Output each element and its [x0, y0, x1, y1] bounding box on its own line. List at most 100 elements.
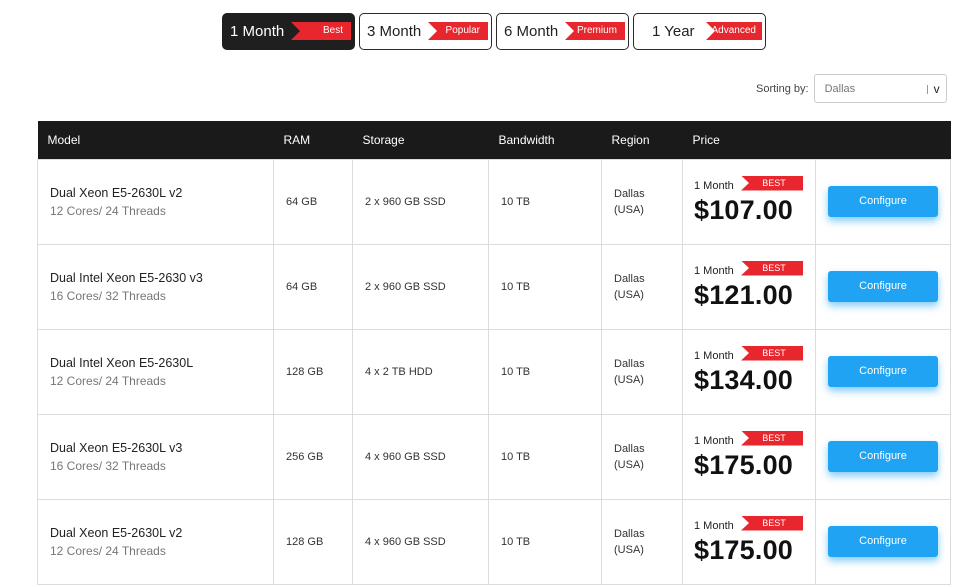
storage-cell: 4 x 960 GB SSD: [352, 498, 489, 585]
price-cell: 1 Month BEST $134.00: [682, 328, 816, 415]
storage-cell: 4 x 2 TB HDD: [352, 328, 489, 415]
configure-button[interactable]: Configure: [828, 356, 938, 387]
sorting-control: Sorting by: Dallas v: [756, 74, 947, 103]
price-period: 1 Month: [694, 519, 734, 532]
price-amount: $175.00: [694, 449, 793, 480]
table-row: Dual Intel Xeon E5-2630 v3 16 Cores/ 32 …: [37, 243, 951, 330]
tab-badge: Advanced: [706, 22, 762, 40]
region-cell: Dallas (USA): [601, 243, 683, 330]
select-separator: [926, 85, 928, 94]
price-cell: 1 Month BEST $175.00: [682, 413, 816, 500]
tab-6-month[interactable]: 6 Month Premium: [496, 13, 629, 50]
header-storage: Storage: [362, 132, 405, 147]
table-row: Dual Xeon E5-2630L v2 12 Cores/ 24 Threa…: [37, 158, 951, 245]
price-amount: $175.00: [694, 534, 793, 565]
price-cell: 1 Month BEST $175.00: [682, 498, 816, 585]
region-country: (USA): [614, 203, 644, 216]
region-city: Dallas: [614, 527, 645, 540]
best-badge: BEST: [741, 345, 803, 361]
region-cell: Dallas (USA): [601, 158, 683, 245]
bandwidth-cell: 10 TB: [488, 413, 602, 500]
region-city: Dallas: [614, 272, 645, 285]
ram-cell: 64 GB: [273, 243, 353, 330]
sorting-label: Sorting by:: [756, 82, 809, 95]
ram-cell: 256 GB: [273, 413, 353, 500]
chevron-down-icon[interactable]: v: [934, 82, 940, 96]
configure-button[interactable]: Configure: [828, 271, 938, 302]
region-cell: Dallas (USA): [601, 498, 683, 585]
region-cell: Dallas (USA): [601, 328, 683, 415]
header-ram: RAM: [283, 132, 311, 147]
price-period: 1 Month: [694, 179, 734, 192]
region-country: (USA): [614, 543, 644, 556]
region-select-value: Dallas: [824, 82, 856, 95]
tab-label: 3 Month: [367, 23, 422, 40]
tab-badge: Popular: [428, 22, 488, 40]
model-cores: 16 Cores/ 32 Threads: [50, 458, 166, 473]
action-cell: Configure: [815, 328, 951, 415]
model-cores: 16 Cores/ 32 Threads: [50, 288, 166, 303]
model-name: Dual Xeon E5-2630L v2: [50, 185, 183, 200]
ram-cell: 128 GB: [273, 328, 353, 415]
price-period: 1 Month: [694, 434, 734, 447]
model-cell: Dual Intel Xeon E5-2630 v3 16 Cores/ 32 …: [37, 243, 274, 330]
tab-3-month[interactable]: 3 Month Popular: [359, 13, 492, 50]
model-cell: Dual Xeon E5-2630L v2 12 Cores/ 24 Threa…: [37, 498, 274, 585]
region-country: (USA): [614, 373, 644, 386]
model-name: Dual Intel Xeon E5-2630 v3: [50, 270, 203, 285]
header-region: Region: [611, 132, 650, 147]
tab-1-month[interactable]: 1 Month Best: [222, 13, 355, 50]
model-name: Dual Xeon E5-2630L v2: [50, 525, 183, 540]
action-cell: Configure: [815, 413, 951, 500]
region-country: (USA): [614, 458, 644, 471]
price-period: 1 Month: [694, 264, 734, 277]
bandwidth-cell: 10 TB: [488, 158, 602, 245]
action-cell: Configure: [815, 243, 951, 330]
tab-label: 1 Year: [652, 23, 695, 40]
header-model: Model: [47, 132, 81, 147]
table-header: Model RAM Storage Bandwidth Region Price: [37, 121, 951, 159]
server-table: Model RAM Storage Bandwidth Region Price…: [37, 121, 951, 585]
price-cell: 1 Month BEST $121.00: [682, 243, 816, 330]
model-cores: 12 Cores/ 24 Threads: [50, 543, 166, 558]
action-cell: Configure: [815, 158, 951, 245]
best-badge: BEST: [741, 515, 803, 531]
table-row: Dual Xeon E5-2630L v3 16 Cores/ 32 Threa…: [37, 413, 951, 500]
model-cell: Dual Xeon E5-2630L v2 12 Cores/ 24 Threa…: [37, 158, 274, 245]
model-name: Dual Intel Xeon E5-2630L: [50, 355, 194, 370]
tab-badge: Best: [291, 22, 351, 40]
configure-button[interactable]: Configure: [828, 441, 938, 472]
best-badge: BEST: [741, 430, 803, 446]
header-price: Price: [692, 132, 720, 147]
tab-1-year[interactable]: 1 Year Advanced: [633, 13, 766, 50]
storage-cell: 4 x 960 GB SSD: [352, 413, 489, 500]
model-cell: Dual Intel Xeon E5-2630L 12 Cores/ 24 Th…: [37, 328, 274, 415]
storage-cell: 2 x 960 GB SSD: [352, 243, 489, 330]
region-cell: Dallas (USA): [601, 413, 683, 500]
period-tabs: 1 Month Best 3 Month Popular 6 Month Pre…: [222, 13, 766, 50]
table-row: Dual Intel Xeon E5-2630L 12 Cores/ 24 Th…: [37, 328, 951, 415]
price-amount: $107.00: [694, 194, 793, 225]
bandwidth-cell: 10 TB: [488, 328, 602, 415]
price-amount: $121.00: [694, 279, 793, 310]
best-badge: BEST: [741, 260, 803, 276]
model-cell: Dual Xeon E5-2630L v3 16 Cores/ 32 Threa…: [37, 413, 274, 500]
tab-label: 6 Month: [504, 23, 559, 40]
ram-cell: 128 GB: [273, 498, 353, 585]
table-row: Dual Xeon E5-2630L v2 12 Cores/ 24 Threa…: [37, 498, 951, 585]
model-cores: 12 Cores/ 24 Threads: [50, 373, 166, 388]
action-cell: Configure: [815, 498, 951, 585]
configure-button[interactable]: Configure: [828, 526, 938, 557]
best-badge: BEST: [741, 175, 803, 191]
price-period: 1 Month: [694, 349, 734, 362]
region-city: Dallas: [614, 187, 645, 200]
price-amount: $134.00: [694, 364, 793, 395]
header-bandwidth: Bandwidth: [498, 132, 555, 147]
region-select[interactable]: Dallas v: [813, 74, 947, 103]
bandwidth-cell: 10 TB: [488, 498, 602, 585]
region-city: Dallas: [614, 442, 645, 455]
model-cores: 12 Cores/ 24 Threads: [50, 203, 166, 218]
header-action: [816, 121, 951, 159]
tab-label: 1 Month: [230, 23, 285, 40]
configure-button[interactable]: Configure: [828, 186, 938, 217]
